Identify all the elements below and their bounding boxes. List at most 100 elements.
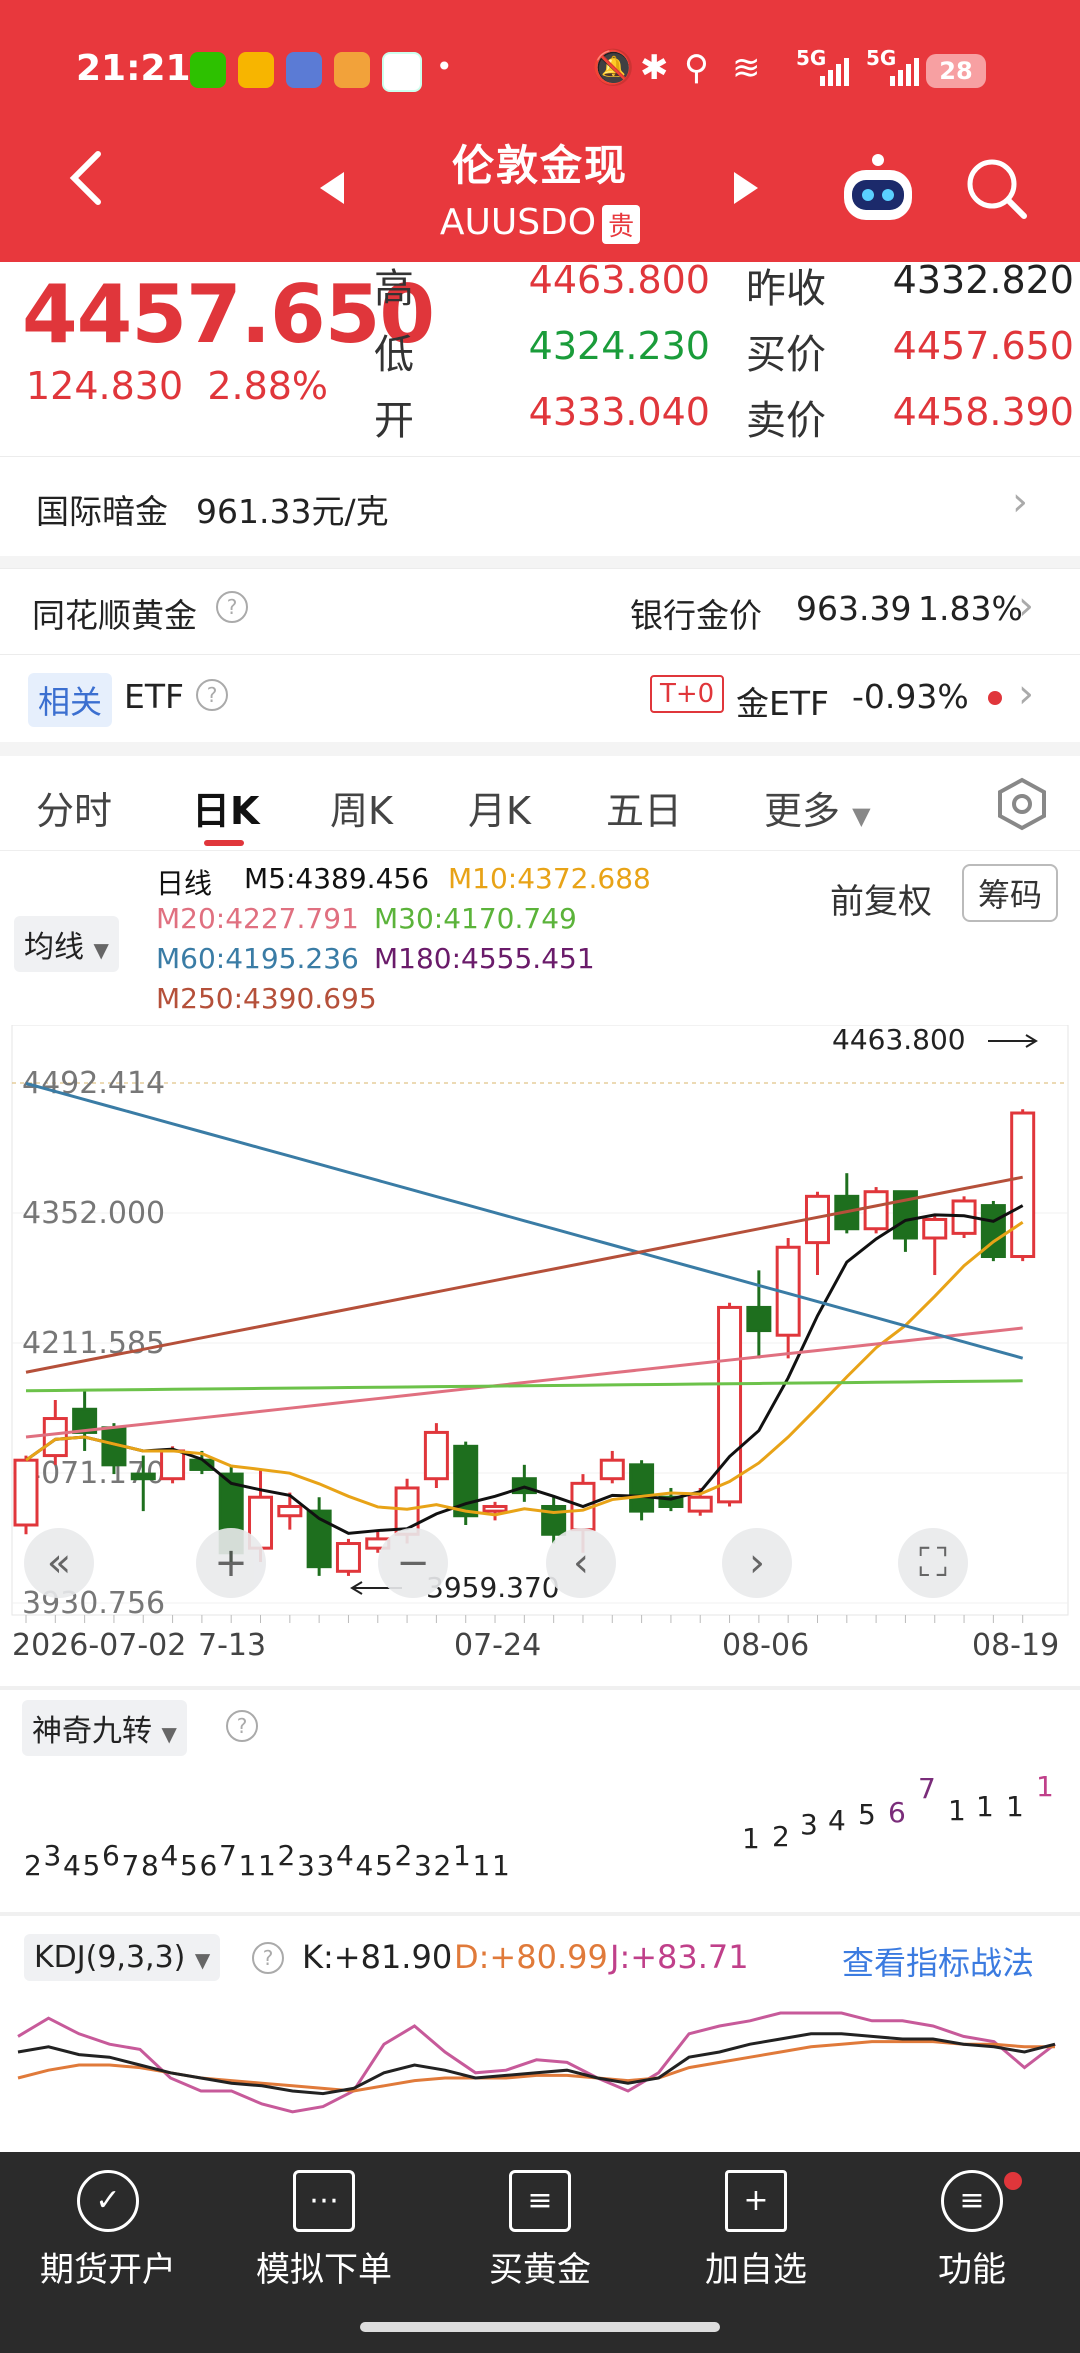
tab-daily-k[interactable]: 日K [192, 780, 259, 835]
divider [0, 742, 1080, 756]
adjust-mode-label[interactable]: 前复权 [830, 874, 932, 923]
scroll-right-button[interactable]: › [722, 1528, 792, 1598]
change-value: 124.830 [26, 364, 184, 408]
search-icon[interactable] [962, 154, 1032, 224]
etf-row[interactable]: 相关 ETF ? T+0 金ETF -0.93% › [0, 654, 1080, 743]
caret-down-icon: ▼ [852, 802, 871, 830]
ma-title: 日线 [156, 867, 213, 900]
nine-turn-top-count: 3 [800, 1808, 818, 1841]
zoom-in-button[interactable]: + [196, 1528, 266, 1598]
tab-five-day[interactable]: 五日 [606, 780, 682, 835]
x-label-start: 2026-07-02 [12, 1628, 187, 1663]
tab-weekly-k[interactable]: 周K [330, 780, 393, 835]
chip-distribution-button[interactable]: 筹码 [962, 864, 1059, 922]
low-label: 低 [374, 332, 414, 378]
next-instrument-icon[interactable] [730, 170, 760, 210]
scroll-start-button[interactable]: « [24, 1528, 94, 1598]
scroll-left-button[interactable]: ‹ [546, 1528, 616, 1598]
nav-futures-account[interactable]: ✓ 期货开户 [0, 2170, 216, 2291]
help-icon[interactable]: ? [196, 679, 228, 711]
header-bar: 21:21 • 🔕 ✱ ⚲ ≋ 5G 5G 28 伦敦金现 AUUSDO 贵 [0, 0, 1080, 262]
divider [0, 1686, 1080, 1690]
candle-body [746, 1305, 772, 1333]
wechat-icon [190, 52, 226, 88]
nine-turn-count: 8 [141, 1849, 159, 1882]
zoom-out-button[interactable]: − [378, 1528, 448, 1598]
caret-down-icon: ▼ [161, 1722, 177, 1746]
tab-intraday[interactable]: 分时 [36, 780, 112, 835]
high-annotation: 4463.800 [832, 1025, 966, 1056]
bid-label: 买价 [746, 332, 826, 378]
x-label-end: 08-19 [972, 1628, 1060, 1663]
ths-gold-row[interactable]: 同花顺黄金 ? 银行金价 963.39 1.83% › [0, 568, 1080, 655]
kdj-j-value: J:+83.71 [610, 1938, 749, 1976]
x-label-2: 7-13 [198, 1628, 267, 1663]
nine-turn-top-count: 5 [858, 1798, 876, 1831]
nine-turn-count: 1 [258, 1849, 276, 1882]
x-label-4: 08-06 [722, 1628, 810, 1663]
nine-turn-count: 2 [395, 1839, 413, 1872]
nine-turn-count: 4 [161, 1839, 179, 1872]
ma250-value: M250:4390.695 [156, 982, 377, 1015]
kdj-j-line [17, 2011, 1056, 2114]
nine-turn-chart: 2 3 4 5 6 7 8 4 5 6 7 1 1 2 3 3 4 4 5 2 3 2 1 1 11 2 3 4 5 671 1 11 [24, 1770, 1054, 1882]
tab-more[interactable]: 更多 ▼ [764, 780, 871, 835]
current-price: 4457.650 [22, 268, 435, 361]
nine-turn-top-count: 1 [948, 1794, 966, 1827]
fullscreen-button[interactable]: ⛶ [898, 1528, 968, 1598]
nav-buy-gold[interactable]: ≡ 买黄金 [432, 2170, 648, 2291]
ask-value: 4458.390 [892, 390, 1074, 434]
nine-turn-count: 2 [24, 1849, 42, 1882]
candle-body [863, 1190, 889, 1231]
robot-assistant-icon[interactable] [838, 150, 918, 230]
ma30-value: M30:4170.749 [374, 902, 577, 935]
nine-turn-count: 1 [239, 1849, 257, 1882]
menu-icon: ≡ [941, 2170, 1003, 2232]
nine-turn-count: 7 [122, 1849, 140, 1882]
nine-turn-top-count: 1 [742, 1822, 760, 1855]
nine-turn-count: 3 [414, 1849, 432, 1882]
bank-gold-percent: 1.83% [918, 589, 1023, 628]
kdj-selector[interactable]: KDJ(9,3,3) ▼ [24, 1934, 221, 1981]
chevron-right-icon: › [1018, 583, 1034, 629]
nine-turn-count: 5 [83, 1849, 101, 1882]
ma-selector[interactable]: 均线 ▼ [14, 916, 119, 972]
nav-label: 买黄金 [489, 2250, 591, 2290]
nine-turn-count: 3 [317, 1849, 335, 1882]
nine-turn-count: 1 [492, 1849, 510, 1882]
nine-turn-count: 2 [434, 1849, 452, 1882]
tab-monthly-k[interactable]: 月K [468, 780, 531, 835]
nine-turn-top-count: 1 [976, 1790, 994, 1823]
help-icon[interactable]: ? [226, 1710, 258, 1742]
home-indicator [360, 2322, 720, 2332]
candle-body [42, 1417, 68, 1458]
indicator-strategy-link[interactable]: 查看指标战法 [842, 1938, 1034, 1984]
help-icon[interactable]: ? [216, 591, 248, 623]
nav-simulated-order[interactable]: ⋯ 模拟下单 [216, 2170, 432, 2291]
red-dot-indicator [988, 691, 1002, 705]
dot-indicator: • [436, 50, 453, 83]
open-label: 开 [374, 398, 414, 444]
x-label-3: 07-24 [454, 1628, 542, 1663]
candle-body [1010, 1111, 1036, 1259]
change-percent: 2.88% [207, 364, 329, 408]
candle-body [629, 1463, 655, 1513]
nav-add-watchlist[interactable]: + 加自选 [648, 2170, 864, 2291]
settings-hex-icon[interactable] [994, 776, 1050, 832]
futures-account-icon: ✓ [77, 2170, 139, 2232]
nav-functions[interactable]: ≡ 功能 [864, 2170, 1080, 2291]
help-icon[interactable]: ? [252, 1942, 284, 1974]
intl-gold-value: 961.33元/克 [196, 492, 389, 531]
low-value: 4324.230 [528, 324, 710, 368]
candle-body [482, 1504, 508, 1513]
signal-icon [890, 58, 920, 86]
gold-etf-name: 金ETF [736, 684, 829, 723]
caret-down-icon: ▼ [194, 1948, 211, 1972]
app-icon [334, 52, 370, 88]
intl-gold-row[interactable]: 国际暗金 961.33元/克 › [0, 456, 1080, 557]
nine-turn-selector[interactable]: 神奇九转 ▼ [22, 1700, 187, 1756]
battery-icon: 28 [926, 54, 986, 88]
add-icon: + [725, 2170, 787, 2232]
ma180-value: M180:4555.451 [374, 942, 595, 975]
instrument-symbol: AUUSDO 贵 [0, 202, 1080, 244]
